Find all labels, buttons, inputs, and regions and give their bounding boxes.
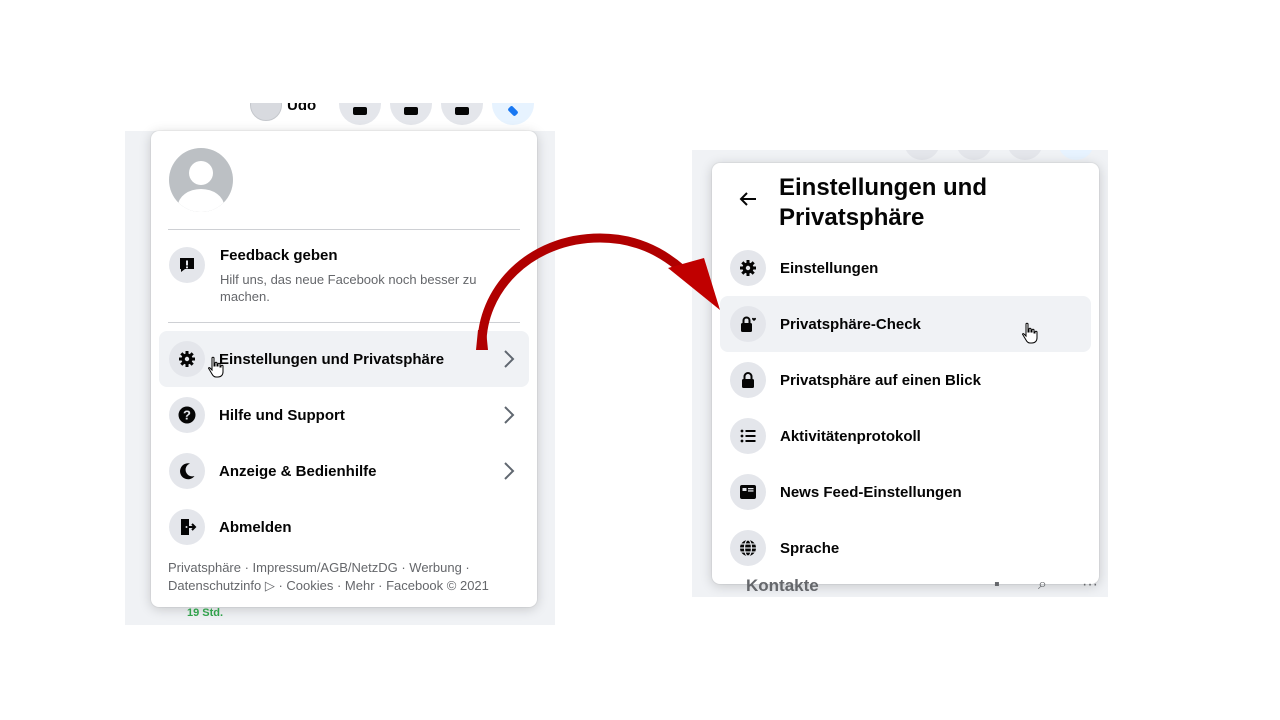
menu-item-label: Einstellungen und Privatsphäre: [219, 350, 445, 368]
feed-icon: [730, 474, 766, 510]
menu-item-label: Sprache: [780, 539, 840, 557]
feedback-subtitle: Hilf uns, das neue Facebook noch besser …: [220, 272, 477, 304]
menu-item-label: Einstellungen: [780, 259, 879, 277]
top-icon[interactable]: [1058, 150, 1094, 160]
right-screenshot: Einstellungen und Privatsphäre Einstellu…: [692, 150, 1108, 597]
footer-links[interactable]: Privatsphäre · Impressum/AGB/NetzDG · We…: [168, 559, 528, 595]
menu-item-label: Privatsphäre-Check: [780, 315, 921, 333]
chevron-right-icon: [504, 406, 515, 424]
menu-item-display[interactable]: Anzeige & Bedienhilfe: [159, 443, 529, 499]
menu-item-language[interactable]: Sprache: [720, 520, 1091, 576]
lock-icon: [730, 362, 766, 398]
list-icon: [730, 418, 766, 454]
feedback-icon: [169, 247, 205, 283]
hand-cursor-icon: [208, 356, 224, 378]
video-icon[interactable]: ▪: [994, 576, 1000, 594]
search-icon[interactable]: ⌕: [1038, 576, 1047, 594]
post-time: 19 Std.: [187, 607, 224, 619]
menu-item-help[interactable]: ? Hilfe und Support: [159, 387, 529, 443]
globe-icon: [730, 530, 766, 566]
feedback-title: Feedback geben: [220, 247, 338, 264]
menu-item-label: Anzeige & Bedienhilfe: [219, 462, 377, 480]
messenger-icon[interactable]: [390, 103, 432, 125]
question-icon: ?: [169, 397, 205, 433]
account-dropdown-icon[interactable]: [492, 103, 534, 125]
notifications-icon[interactable]: [441, 103, 483, 125]
top-bar: Udo: [125, 103, 555, 131]
more-icon[interactable]: ···: [1082, 576, 1098, 594]
top-icon[interactable]: [1007, 150, 1043, 160]
menu-item-activity-log[interactable]: Aktivitätenprotokoll: [720, 408, 1091, 464]
top-icon[interactable]: [956, 150, 992, 160]
menu-item-logout[interactable]: Abmelden: [159, 499, 529, 555]
menu-item-settings[interactable]: Einstellungen: [720, 240, 1091, 296]
menu-item-news-feed[interactable]: News Feed-Einstellungen: [720, 464, 1091, 520]
gear-icon: [730, 250, 766, 286]
menu-item-privacy-shortcuts[interactable]: Privatsphäre auf einen Blick: [720, 352, 1091, 408]
back-arrow-icon[interactable]: [736, 187, 760, 211]
contacts-heading: Kontakte: [746, 576, 819, 595]
menu-item-label: Privatsphäre auf einen Blick: [780, 371, 981, 389]
hand-cursor-icon: [1022, 322, 1038, 344]
moon-icon: [169, 453, 205, 489]
menu-item-privacy-check[interactable]: Privatsphäre-Check: [720, 296, 1091, 352]
profile-avatar[interactable]: [169, 148, 233, 212]
menu-item-label: Aktivitätenprotokoll: [780, 427, 921, 445]
chevron-right-icon: [504, 462, 515, 480]
menu-item-label: Hilfe und Support: [219, 406, 345, 424]
footer-line[interactable]: Datenschutzinfo ▷ · Cookies · Mehr · Fac…: [168, 577, 528, 595]
top-user-name[interactable]: Udo: [287, 103, 316, 114]
account-menu: Feedback geben Hilf uns, das neue Facebo…: [151, 131, 537, 607]
top-icon[interactable]: [904, 150, 940, 160]
menu-grid-icon[interactable]: [339, 103, 381, 125]
left-screenshot: Udo Feedback geben Hilf uns, das neue Fa…: [125, 103, 555, 625]
red-curved-arrow-icon: [476, 233, 720, 350]
feedback-item[interactable]: Feedback geben Hilf uns, das neue Facebo…: [169, 247, 509, 304]
footer-line[interactable]: Privatsphäre · Impressum/AGB/NetzDG · We…: [168, 559, 528, 577]
settings-privacy-menu: Einstellungen und Privatsphäre Einstellu…: [712, 163, 1099, 584]
menu-item-label: Abmelden: [219, 518, 292, 536]
gear-icon: [169, 341, 205, 377]
menu-item-label: News Feed-Einstellungen: [780, 483, 962, 501]
logout-icon: [169, 509, 205, 545]
lock-heart-icon: [730, 306, 766, 342]
page-title: Einstellungen und Privatsphäre: [779, 174, 987, 231]
top-avatar[interactable]: [250, 103, 282, 121]
svg-text:?: ?: [183, 408, 191, 423]
